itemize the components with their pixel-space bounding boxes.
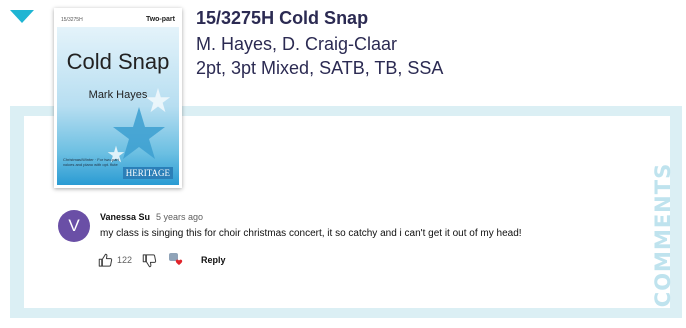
creator-heart-icon bbox=[169, 252, 185, 268]
like-button[interactable] bbox=[98, 253, 113, 268]
comment-author[interactable]: Vanessa Su bbox=[100, 212, 150, 222]
thumbs-up-icon bbox=[98, 253, 113, 267]
star-icon bbox=[145, 87, 171, 113]
comments-side-label: COMMENTS bbox=[646, 163, 680, 307]
like-count: 122 bbox=[117, 255, 133, 265]
cover-voicing: Two-part bbox=[145, 16, 175, 23]
comment-timestamp[interactable]: 5 years ago bbox=[156, 212, 203, 222]
thumbs-down-icon bbox=[142, 253, 157, 267]
cover-code: 15/3275H bbox=[61, 17, 83, 23]
product-voicings: 2pt, 3pt Mixed, SATB, TB, SSA bbox=[196, 58, 444, 78]
avatar-letter: V bbox=[68, 216, 80, 235]
expand-caret-icon[interactable] bbox=[10, 10, 34, 23]
avatar[interactable]: V bbox=[58, 210, 90, 242]
dislike-button[interactable] bbox=[142, 253, 157, 268]
comments-heading: COMMENTS bbox=[651, 162, 675, 308]
comment-actions: 122 Reply bbox=[98, 251, 226, 269]
cover-header: 15/3275H Two-part bbox=[57, 11, 179, 27]
cover-fine-print: Christmas/Winter · For two-part voices a… bbox=[63, 157, 119, 167]
publisher-logo: HERITAGE bbox=[122, 167, 173, 179]
cover-title: Cold Snap bbox=[66, 49, 170, 74]
product-title[interactable]: 15/3275H Cold Snap bbox=[196, 8, 368, 29]
product-authors: M. Hayes, D. Craig-Claar bbox=[196, 34, 398, 54]
reply-button[interactable]: Reply bbox=[201, 255, 226, 265]
cover-artwork: Cold Snap Mark Hayes Christmas/Winter · … bbox=[57, 27, 179, 185]
product-cover-image[interactable]: 15/3275H Two-part Cold Snap Mark Hayes C… bbox=[54, 8, 182, 188]
comment-text: my class is singing this for choir chris… bbox=[100, 228, 522, 239]
